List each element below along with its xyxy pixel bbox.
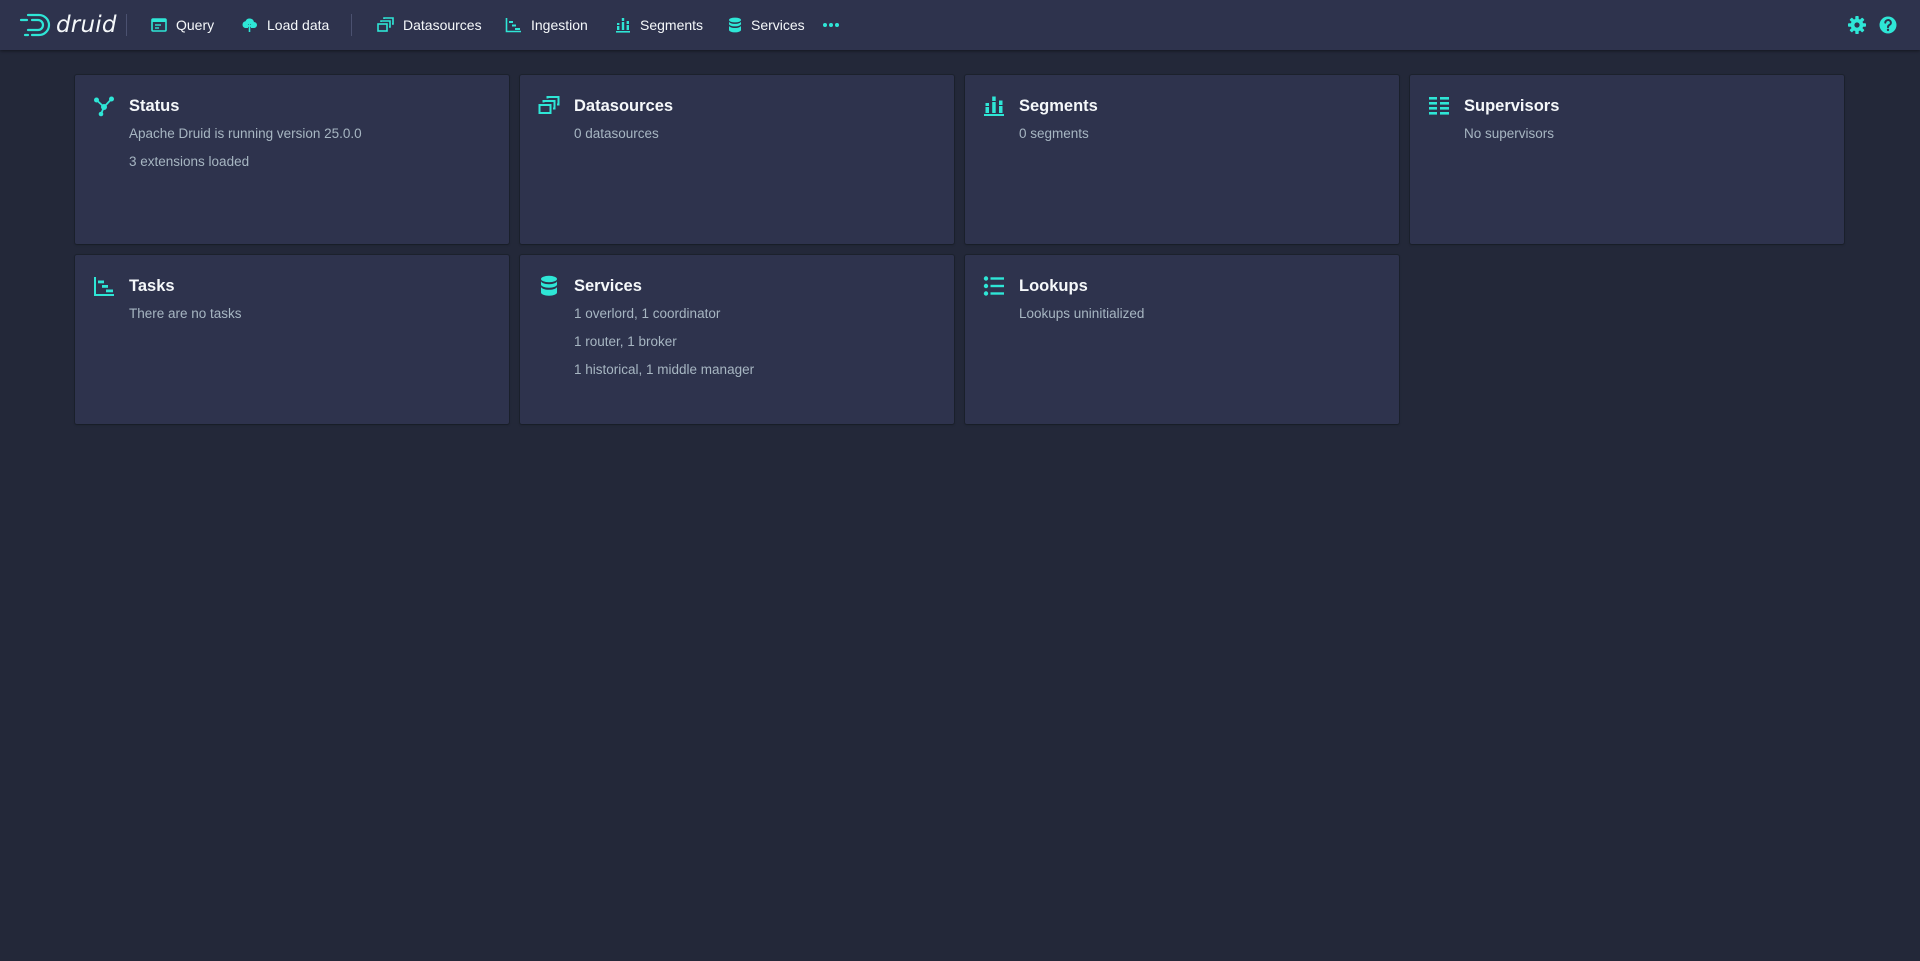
card-title: Status <box>129 97 180 115</box>
help-button[interactable] <box>1878 15 1898 35</box>
nav-segments-label: Segments <box>640 17 704 33</box>
nav-load-data-label: Load data <box>267 17 330 33</box>
help-icon <box>1879 16 1897 34</box>
card-title: Tasks <box>129 277 175 295</box>
nav-divider <box>126 14 127 36</box>
list-columns-icon <box>1429 97 1449 115</box>
gantt-chart-icon <box>505 18 521 33</box>
logo-text: druid <box>56 12 117 38</box>
segments-count-text: 0 segments <box>1019 126 1089 141</box>
druid-logo-icon <box>19 13 51 37</box>
card-title: Supervisors <box>1464 97 1560 115</box>
cloud-upload-icon <box>242 18 257 32</box>
nav-divider <box>351 14 352 36</box>
stacked-chart-icon <box>616 18 630 33</box>
properties-icon <box>983 276 1004 296</box>
lookups-card[interactable]: Lookups Lookups uninitialized <box>965 255 1399 424</box>
tasks-card[interactable]: Tasks There are no tasks <box>75 255 509 424</box>
card-title: Datasources <box>574 97 674 115</box>
graph-icon <box>94 96 114 117</box>
database-icon <box>729 17 741 33</box>
status-card[interactable]: Status Apache Druid is running version 2… <box>75 75 509 244</box>
segments-card[interactable]: Segments 0 segments <box>965 75 1399 244</box>
card-title: Services <box>574 277 642 295</box>
nav-query[interactable]: Query <box>151 12 214 38</box>
services-line-1: 1 overlord, 1 coordinator <box>574 306 721 321</box>
nav-services[interactable]: Services <box>728 12 805 38</box>
nav-ingestion[interactable]: Ingestion <box>505 12 588 38</box>
tasks-status-text: There are no tasks <box>129 306 242 321</box>
card-title: Segments <box>1019 97 1098 115</box>
nav-query-label: Query <box>176 17 215 33</box>
application-icon <box>151 18 167 32</box>
supervisors-card[interactable]: Supervisors No supervisors <box>1410 75 1844 244</box>
multi-select-icon <box>377 17 394 32</box>
multi-select-icon <box>538 96 560 114</box>
cog-icon <box>1848 16 1866 34</box>
services-line-3: 1 historical, 1 middle manager <box>574 362 755 377</box>
stacked-chart-icon <box>984 96 1004 116</box>
top-navbar: druid Query Load data Datasources Ingest… <box>0 0 1920 50</box>
lookups-status-text: Lookups uninitialized <box>1019 306 1145 321</box>
datasources-count-text: 0 datasources <box>574 126 659 141</box>
services-card[interactable]: Services 1 overlord, 1 coordinator 1 rou… <box>520 255 954 424</box>
nav-load-data[interactable]: Load data <box>241 12 329 38</box>
database-icon <box>541 275 557 296</box>
more-icon <box>823 23 839 27</box>
status-version-text: Apache Druid is running version 25.0.0 <box>129 126 362 141</box>
datasources-card[interactable]: Datasources 0 datasources <box>520 75 954 244</box>
card-title: Lookups <box>1019 277 1088 295</box>
nav-services-label: Services <box>751 17 805 33</box>
nav-ingestion-label: Ingestion <box>531 17 588 33</box>
nav-datasources-label: Datasources <box>403 17 482 33</box>
nav-more-button[interactable] <box>821 14 841 36</box>
status-extensions-text: 3 extensions loaded <box>129 154 250 169</box>
druid-logo[interactable]: druid <box>19 9 117 41</box>
services-line-2: 1 router, 1 broker <box>574 334 677 349</box>
nav-segments[interactable]: Segments <box>615 12 703 38</box>
supervisors-status-text: No supervisors <box>1464 126 1555 141</box>
nav-datasources[interactable]: Datasources <box>377 12 482 38</box>
gantt-chart-icon <box>94 277 114 296</box>
settings-button[interactable] <box>1847 15 1867 35</box>
